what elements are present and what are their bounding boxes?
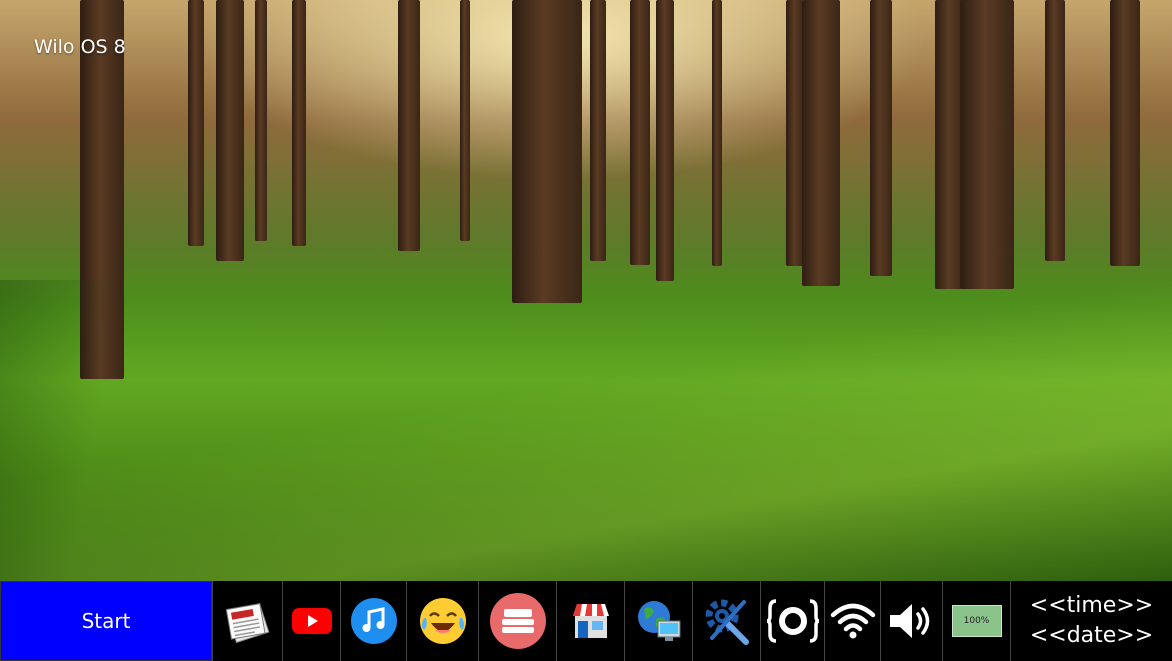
taskbar-app-youtube[interactable] xyxy=(282,581,340,661)
store-icon xyxy=(572,604,609,638)
volume-control[interactable] xyxy=(880,581,942,661)
youtube-icon xyxy=(291,608,332,634)
tree-trunk xyxy=(712,0,722,266)
tree-trunk xyxy=(656,0,674,281)
tree-trunk xyxy=(460,0,470,241)
laughing-crying-emoji-icon xyxy=(419,598,466,644)
tree-trunk xyxy=(960,0,1014,289)
taskbar-app-settings[interactable] xyxy=(692,581,760,661)
tree-trunk xyxy=(216,0,244,261)
date-display: <<date>> xyxy=(1029,623,1154,648)
globe-computer-icon xyxy=(637,601,680,641)
tree-trunk xyxy=(512,0,582,303)
tree-trunk xyxy=(255,0,267,241)
time-display: <<time>> xyxy=(1029,593,1154,618)
taskbar-app-news[interactable] xyxy=(212,581,282,661)
forest-floor xyxy=(0,280,1172,581)
taskbar-app-music[interactable] xyxy=(340,581,406,661)
os-name-label: Wilo OS 8 xyxy=(34,36,126,58)
tree-trunk xyxy=(188,0,204,246)
tree-trunk xyxy=(1045,0,1065,261)
newspaper-icon xyxy=(225,602,269,644)
start-button[interactable]: Start xyxy=(0,581,212,661)
tree-trunk xyxy=(590,0,606,261)
clock[interactable]: <<time>> <<date>> xyxy=(1010,581,1172,661)
wifi-status[interactable] xyxy=(824,581,880,661)
tree-trunk xyxy=(292,0,306,246)
tree-trunk xyxy=(1110,0,1140,266)
bed-icon xyxy=(489,593,546,649)
speaker-icon xyxy=(889,604,929,638)
taskbar-app-internet[interactable] xyxy=(624,581,692,661)
tree-trunk xyxy=(398,0,420,251)
music-note-icon xyxy=(350,598,397,644)
wifi-icon xyxy=(830,603,875,639)
tree-trunk xyxy=(630,0,650,265)
taskbar-app-emoji[interactable] xyxy=(406,581,478,661)
taskbar-app-bed[interactable] xyxy=(478,581,556,661)
taskbar-app-store[interactable] xyxy=(556,581,624,661)
wrench-screwdriver-gear-icon xyxy=(705,599,749,645)
curly-braces-icon xyxy=(766,599,819,643)
tree-trunk xyxy=(802,0,840,286)
tree-trunk xyxy=(870,0,892,276)
battery-indicator: 100% xyxy=(951,605,1002,637)
taskbar: Start 100% <<time>> <<date>> xyxy=(0,581,1172,661)
battery-status[interactable]: 100% xyxy=(942,581,1010,661)
desktop: Wilo OS 8 Start 100% <<time>> <<date>> xyxy=(0,0,1172,661)
taskbar-app-code[interactable] xyxy=(760,581,824,661)
